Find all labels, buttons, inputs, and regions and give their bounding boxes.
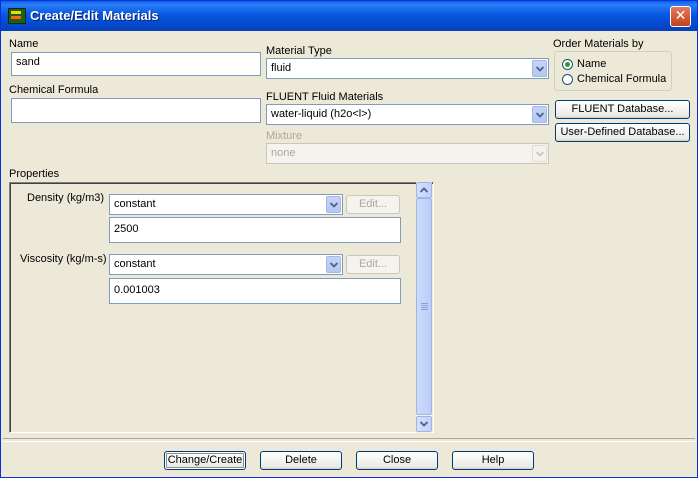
viscosity-edit-button[interactable]: Edit... (346, 255, 400, 274)
help-button[interactable]: Help (452, 451, 534, 470)
grip-line (421, 309, 428, 310)
order-by-label: Order Materials by (553, 38, 644, 50)
close-icon: ✕ (674, 8, 687, 24)
material-type-label: Material Type (266, 45, 332, 57)
viscosity-method-dropdown[interactable]: constant (109, 254, 343, 275)
viscosity-method-value: constant (114, 258, 156, 270)
order-by-formula-radio[interactable] (562, 74, 573, 85)
close-window-button[interactable]: ✕ (670, 6, 691, 27)
chevron-down-icon (532, 145, 547, 162)
chevron-down-icon (420, 421, 428, 427)
fluent-materials-dropdown[interactable]: water-liquid (h2o<l>) (266, 104, 549, 125)
bottom-divider (3, 438, 695, 442)
density-value-input[interactable]: 2500 (109, 217, 401, 243)
mixture-label: Mixture (266, 130, 303, 142)
material-type-dropdown[interactable]: fluid (266, 58, 549, 79)
close-button[interactable]: Close (356, 451, 438, 470)
fluent-materials-label: FLUENT Fluid Materials (266, 91, 384, 103)
properties-scrollbar[interactable] (416, 182, 432, 433)
grip-line (421, 307, 428, 308)
mixture-dropdown[interactable]: none (266, 143, 549, 164)
chevron-down-icon[interactable] (532, 60, 547, 77)
delete-button[interactable]: Delete (260, 451, 342, 470)
properties-label: Properties (9, 168, 60, 180)
chevron-down-icon[interactable] (532, 106, 547, 123)
mixture-value: none (271, 147, 296, 159)
chevron-up-icon (420, 187, 428, 193)
grip-line (421, 303, 428, 304)
order-by-name-label[interactable]: Name (577, 58, 606, 70)
grip-line (421, 305, 428, 306)
density-label: Density (kg/m3) (27, 192, 105, 204)
materials-dialog: Create/Edit Materials ✕ Name sand Chemic… (0, 0, 698, 478)
density-edit-button[interactable]: Edit... (346, 195, 400, 214)
name-label: Name (9, 38, 39, 50)
chevron-down-icon[interactable] (326, 196, 341, 213)
density-method-value: constant (114, 198, 156, 210)
name-input[interactable]: sand (11, 52, 261, 76)
change-create-button[interactable]: Change/Create (164, 451, 246, 470)
order-by-group (554, 51, 672, 91)
chevron-down-icon[interactable] (326, 256, 341, 273)
fluent-app-icon (8, 8, 26, 24)
title-bar[interactable]: Create/Edit Materials ✕ (1, 1, 697, 31)
chemical-formula-label: Chemical Formula (9, 84, 99, 96)
order-by-name-radio[interactable] (562, 59, 573, 70)
window-title: Create/Edit Materials (30, 8, 159, 23)
fluent-materials-value: water-liquid (h2o<l>) (271, 108, 372, 120)
viscosity-label: Viscosity (kg/m-s) (20, 253, 107, 265)
scroll-thumb[interactable] (416, 198, 432, 415)
density-method-dropdown[interactable]: constant (109, 194, 343, 215)
scroll-up-button[interactable] (416, 182, 432, 198)
material-type-value: fluid (271, 62, 292, 74)
user-defined-database-button[interactable]: User-Defined Database... (555, 123, 690, 142)
chemical-formula-input[interactable] (11, 98, 261, 123)
order-by-formula-label[interactable]: Chemical Formula (577, 73, 666, 85)
viscosity-value-input[interactable]: 0.001003 (109, 278, 401, 304)
fluent-database-button[interactable]: FLUENT Database... (555, 100, 690, 119)
scroll-down-button[interactable] (416, 416, 432, 432)
